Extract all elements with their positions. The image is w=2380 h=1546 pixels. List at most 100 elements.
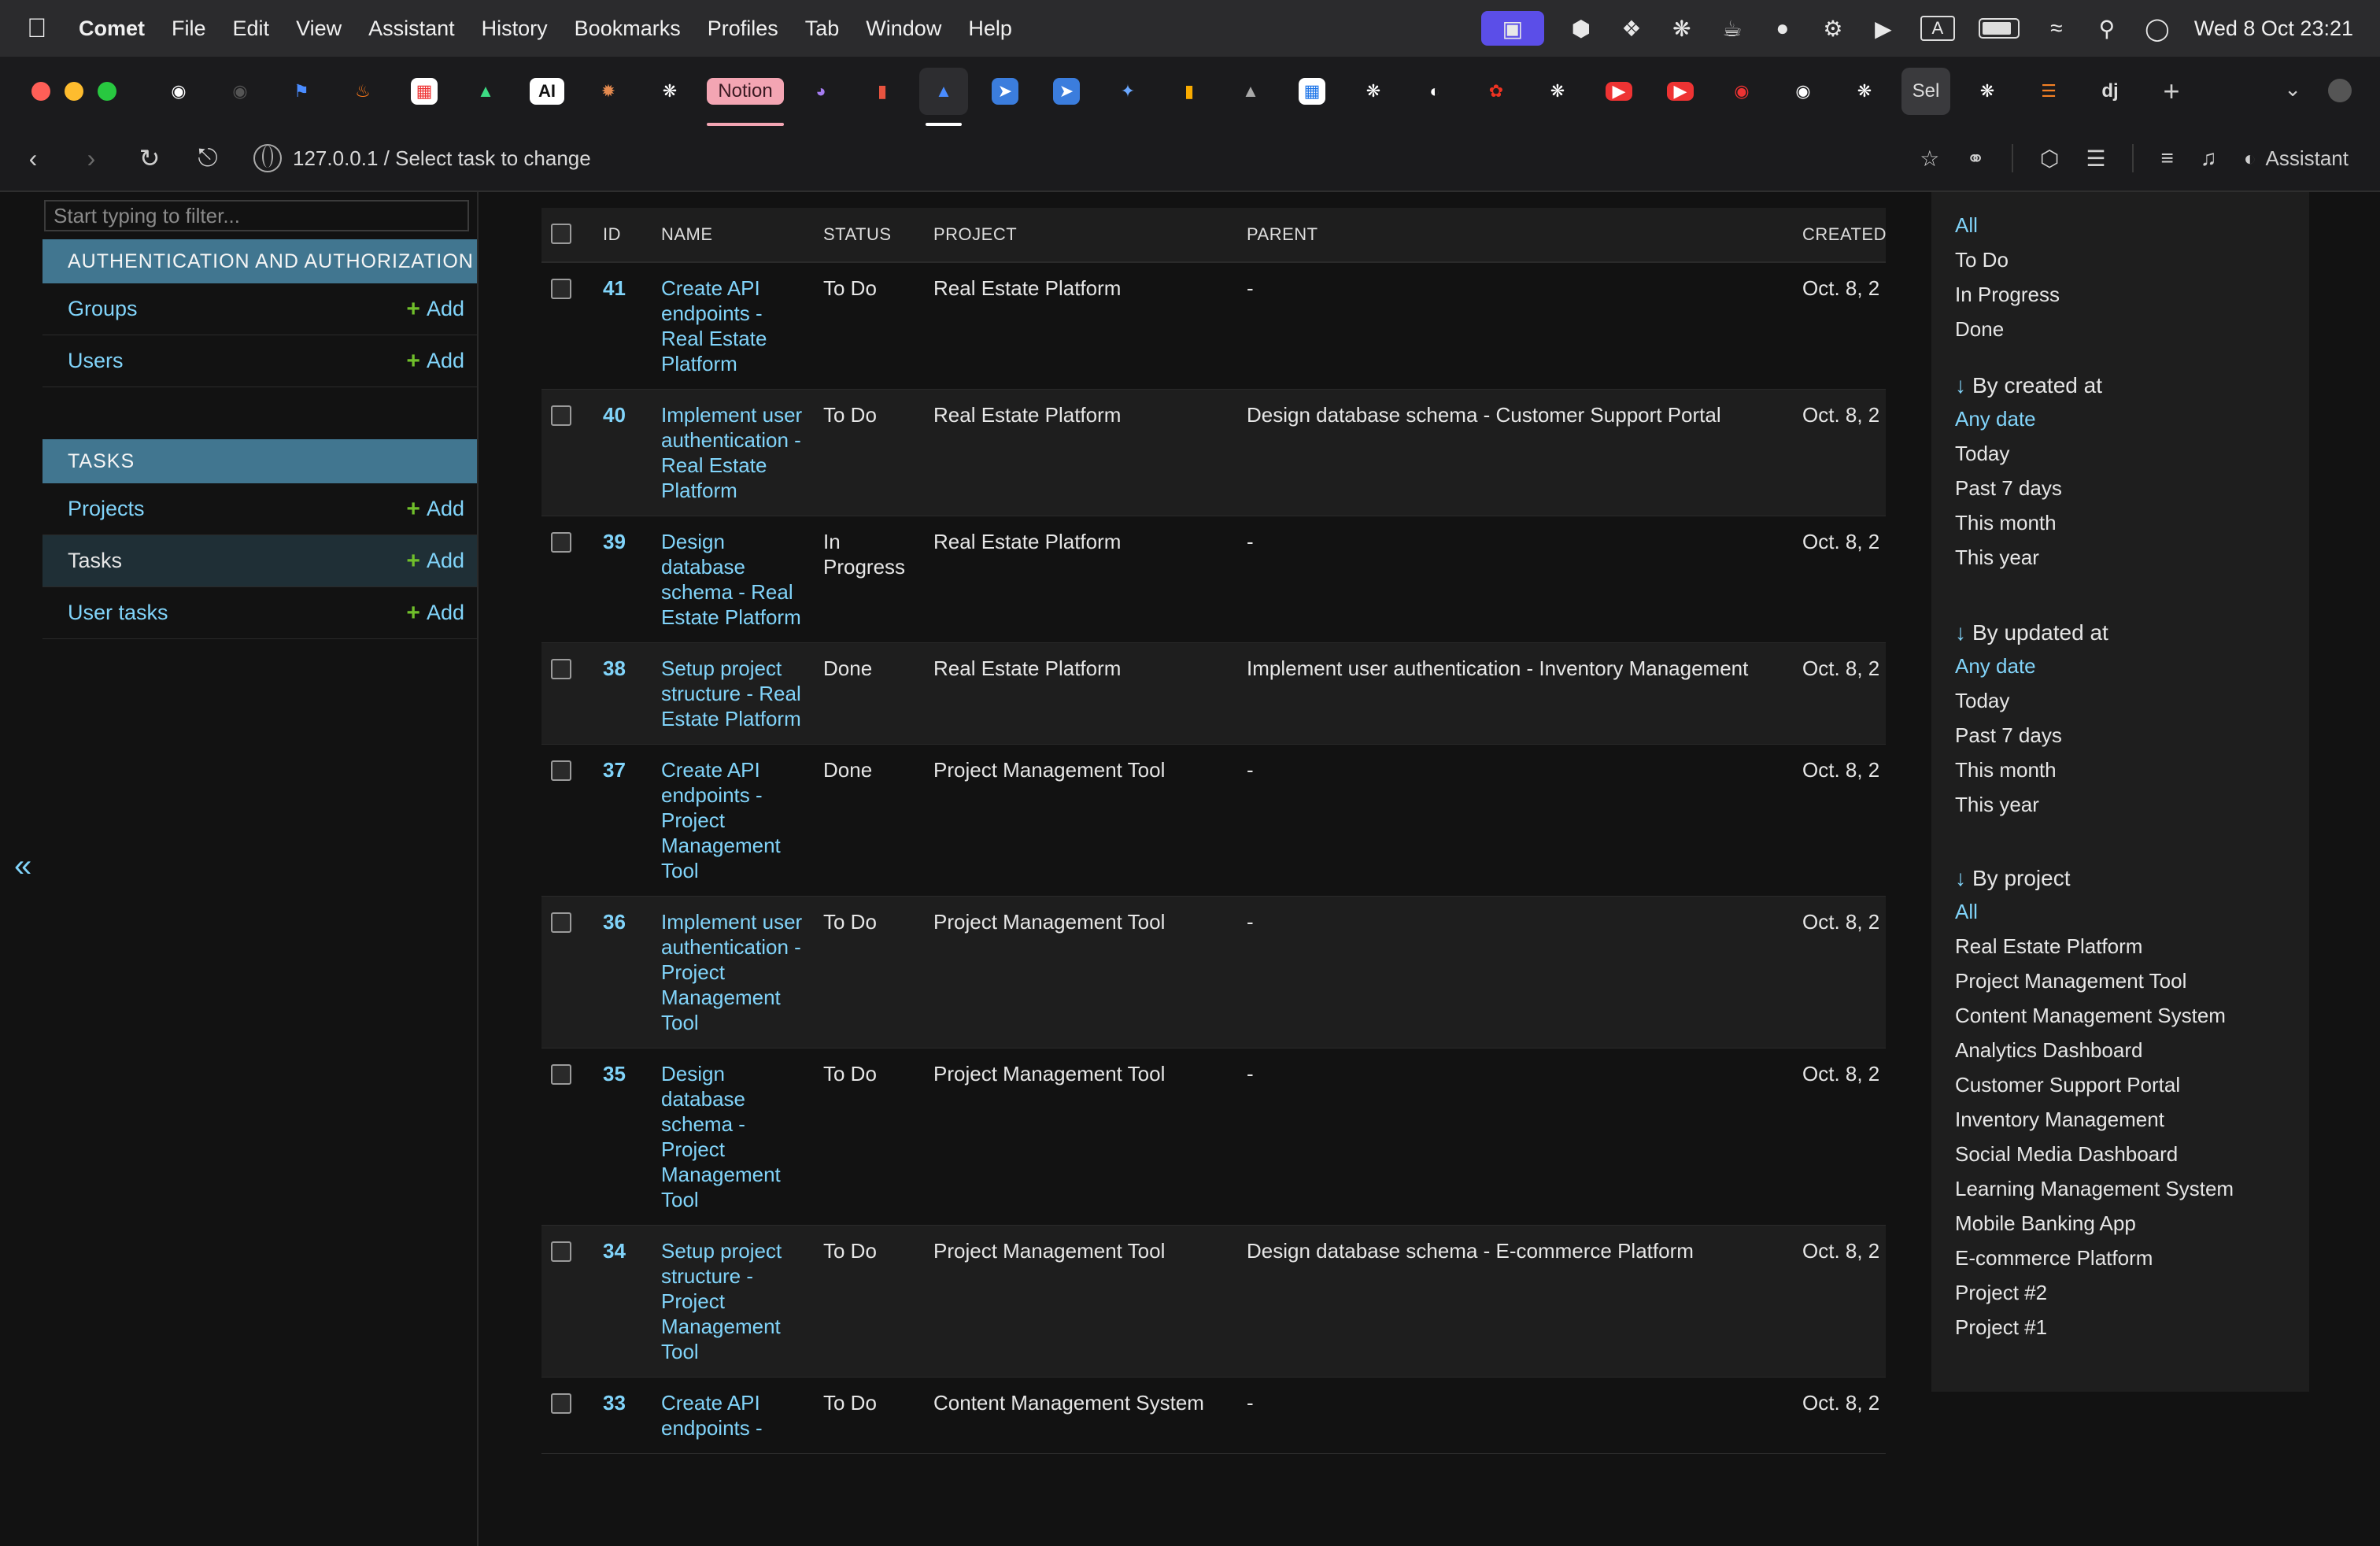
filter-project-option[interactable]: Project Management Tool <box>1955 963 2301 998</box>
filter-project-option[interactable]: Social Media Dashboard <box>1955 1137 2301 1171</box>
new-tab-button[interactable]: + <box>2152 75 2191 108</box>
row-checkbox[interactable] <box>551 279 571 299</box>
tab-perplexity[interactable]: ◐ <box>1410 68 1459 115</box>
minimize-window-button[interactable] <box>65 82 83 101</box>
add-user-task-link[interactable]: + Add <box>406 600 464 627</box>
address-bar-url[interactable]: 127.0.0.1 / Select task to change <box>293 146 591 171</box>
filter-status-option[interactable]: To Do <box>1955 242 2301 277</box>
sidebar-collapse-button[interactable]: « <box>14 849 31 884</box>
row-checkbox[interactable] <box>551 1241 571 1262</box>
column-header-project[interactable]: PROJECT <box>924 208 1237 263</box>
sidebar-menu-icon[interactable]: ≡ <box>2160 146 2173 171</box>
column-header-created[interactable]: CREATED <box>1793 208 1886 263</box>
bookmark-star-icon[interactable]: ☆ <box>1920 146 1939 172</box>
task-name-link[interactable]: Design database schema - Project Managem… <box>661 1062 781 1211</box>
control-center-icon[interactable]: ◯ <box>2144 15 2171 42</box>
column-header-name[interactable]: NAME <box>652 208 814 263</box>
column-header-id[interactable]: ID <box>593 208 652 263</box>
select-all-checkbox[interactable] <box>551 224 571 244</box>
tab-huawei[interactable]: ✿ <box>1472 68 1521 115</box>
filter-project-option[interactable]: Real Estate Platform <box>1955 929 2301 963</box>
nav-filter-input[interactable] <box>44 200 469 231</box>
task-id-link[interactable]: 35 <box>603 1062 626 1086</box>
menu-bookmarks[interactable]: Bookmarks <box>575 17 681 41</box>
wifi-icon[interactable]: ≈ <box>2043 15 2070 42</box>
sidebar-link-tasks[interactable]: Tasks <box>68 549 406 573</box>
menu-file[interactable]: File <box>172 17 206 41</box>
tab-sel[interactable]: Sel <box>1901 68 1950 115</box>
task-id-link[interactable]: 40 <box>603 403 626 427</box>
tab-stackoverflow[interactable]: ☰ <box>2024 68 2073 115</box>
tab-share-1[interactable]: ➤ <box>981 68 1029 115</box>
tab-current-django[interactable]: ▲ <box>919 68 968 126</box>
tab-list-chevron-down-icon[interactable]: ⌄ <box>2284 77 2301 102</box>
tab-analytics[interactable]: ▮ <box>1165 68 1214 115</box>
filter-updated-option[interactable]: This year <box>1955 787 2301 822</box>
filter-status-option[interactable]: All <box>1955 208 2301 242</box>
menu-tab[interactable]: Tab <box>805 17 840 41</box>
filter-project-option[interactable]: Inventory Management <box>1955 1102 2301 1137</box>
filter-status-option[interactable]: In Progress <box>1955 277 2301 312</box>
tab-dj[interactable]: dj <box>2086 68 2134 115</box>
task-id-link[interactable]: 41 <box>603 276 626 300</box>
task-name-link[interactable]: Setup project structure - Project Manage… <box>661 1239 782 1363</box>
filter-status-option[interactable]: Done <box>1955 312 2301 346</box>
tab-bug-1[interactable]: ❋ <box>1349 68 1398 115</box>
module-header-auth[interactable]: Authentication and Authorization <box>42 239 477 283</box>
tab-clock[interactable]: ◕ <box>796 68 845 115</box>
row-checkbox[interactable] <box>551 659 571 679</box>
profile-avatar[interactable] <box>2328 79 2352 102</box>
menu-view[interactable]: View <box>296 17 342 41</box>
spotlight-search-icon[interactable]: ⚲ <box>2094 15 2120 42</box>
tab-android[interactable]: ▲ <box>461 68 510 115</box>
filter-project-option[interactable]: Customer Support Portal <box>1955 1067 2301 1102</box>
column-header-status[interactable]: STATUS <box>814 208 924 263</box>
filter-title-updated-at[interactable]: ↓ By updated at <box>1955 617 2301 649</box>
microphone-icon[interactable]: ⎋ <box>192 142 224 174</box>
figma-icon[interactable]: ❖ <box>1618 15 1645 42</box>
filter-project-option[interactable]: Analytics Dashboard <box>1955 1033 2301 1067</box>
input-source-icon[interactable]: A <box>1920 16 1955 41</box>
column-header-parent[interactable]: PARENT <box>1237 208 1793 263</box>
screen-share-icon[interactable]: ▣ <box>1480 11 1544 46</box>
add-project-link[interactable]: + Add <box>406 496 464 523</box>
menu-assistant[interactable]: Assistant <box>368 17 455 41</box>
tab-github[interactable]: ◉ <box>154 68 203 115</box>
tab-notion[interactable]: Notion <box>707 68 784 126</box>
filter-created-option[interactable]: This month <box>1955 505 2301 540</box>
task-name-link[interactable]: Create API endpoints - Project Managemen… <box>661 758 781 882</box>
tab-youtube-1[interactable]: ▶ <box>1595 68 1643 115</box>
tab-flag[interactable]: ⚑ <box>277 68 326 115</box>
tab-github-dim[interactable]: ◉ <box>216 68 264 115</box>
tab-openai[interactable]: ❋ <box>645 68 694 115</box>
tab-bug-3[interactable]: ❋ <box>1840 68 1889 115</box>
close-window-button[interactable] <box>31 82 50 101</box>
tab-github-2[interactable]: ◉ <box>1779 68 1828 115</box>
menu-history[interactable]: History <box>482 17 548 41</box>
tab-share-2[interactable]: ➤ <box>1042 68 1091 115</box>
back-arrow-icon[interactable]: ‹ <box>17 142 49 174</box>
tab-doc[interactable]: ▮ <box>858 68 907 115</box>
tab-gemini[interactable]: ✦ <box>1103 68 1152 115</box>
task-id-link[interactable]: 39 <box>603 530 626 553</box>
row-checkbox[interactable] <box>551 532 571 553</box>
copy-link-icon[interactable]: ⚭ <box>1966 146 1984 172</box>
tab-fire[interactable]: ♨ <box>338 68 387 115</box>
tab-scholar[interactable]: ▲ <box>1226 68 1275 115</box>
filter-updated-option[interactable]: This month <box>1955 753 2301 787</box>
task-name-link[interactable]: Setup project structure - Real Estate Pl… <box>661 656 801 730</box>
filter-project-option[interactable]: Project #2 <box>1955 1275 2301 1310</box>
row-checkbox[interactable] <box>551 912 571 933</box>
task-name-link[interactable]: Create API endpoints - <box>661 1391 763 1440</box>
apple-icon[interactable]:  <box>27 13 58 44</box>
task-id-link[interactable]: 34 <box>603 1239 626 1263</box>
filter-project-option[interactable]: Content Management System <box>1955 998 2301 1033</box>
voice-wave-icon[interactable]: ♫ <box>2201 146 2217 171</box>
row-checkbox[interactable] <box>551 1064 571 1085</box>
tab-ai[interactable]: AI <box>523 68 571 115</box>
filter-title-project[interactable]: ↓ By project <box>1955 863 2301 894</box>
tab-youtube-2[interactable]: ▶ <box>1656 68 1705 115</box>
menu-profiles[interactable]: Profiles <box>708 17 778 41</box>
play-icon[interactable]: ▶ <box>1870 15 1897 42</box>
filter-updated-option[interactable]: Today <box>1955 683 2301 718</box>
